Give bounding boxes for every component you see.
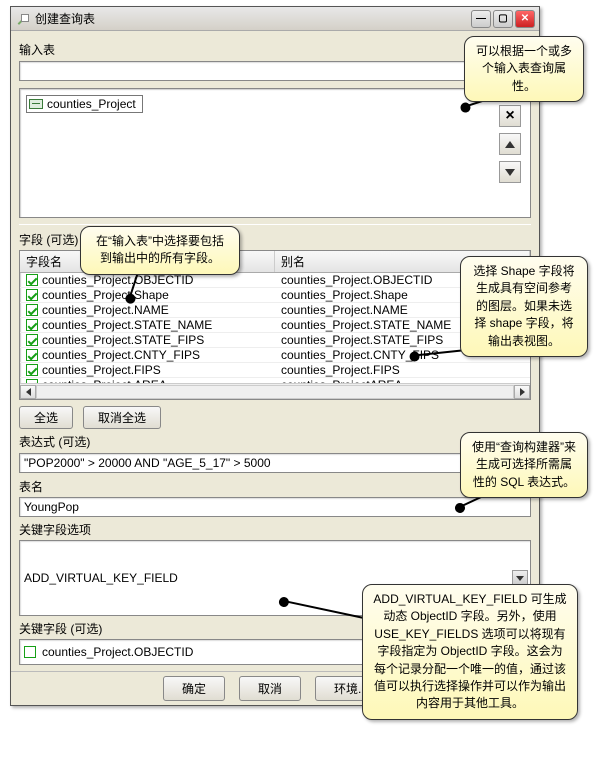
move-down-button[interactable] bbox=[499, 161, 521, 183]
checkbox[interactable] bbox=[26, 274, 38, 286]
checkbox[interactable] bbox=[26, 304, 38, 316]
minimize-button[interactable]: — bbox=[471, 10, 491, 28]
cell-alias: counties_Project.FIPS bbox=[281, 363, 400, 377]
horizontal-scrollbar[interactable] bbox=[20, 383, 530, 399]
scroll-right-button[interactable] bbox=[514, 385, 530, 399]
close-button[interactable]: ✕ bbox=[515, 10, 535, 28]
move-up-button[interactable] bbox=[499, 133, 521, 155]
maximize-button[interactable]: ▢ bbox=[493, 10, 513, 28]
table-row[interactable]: counties_Project.FIPS counties_Project.FI… bbox=[20, 363, 530, 378]
titlebar[interactable]: 创建查询表 — ▢ ✕ bbox=[11, 7, 539, 31]
keyopt-value: ADD_VIRTUAL_KEY_FIELD bbox=[24, 571, 178, 585]
expression-input[interactable]: "POP2000" > 20000 AND "AGE_5_17" > 5000 bbox=[19, 453, 503, 473]
callout-fields: 在“输入表”中选择要包括到输出中的所有字段。 bbox=[80, 226, 240, 275]
table-row[interactable]: counties_Project.Shape counties_Project.S… bbox=[20, 288, 530, 303]
callout-keyopt: ADD_VIRTUAL_KEY_FIELD 可生成动态 ObjectID 字段。… bbox=[362, 584, 578, 720]
deselect-all-button[interactable]: 取消全选 bbox=[83, 406, 161, 429]
select-all-button[interactable]: 全选 bbox=[19, 406, 73, 429]
checkbox[interactable] bbox=[26, 379, 38, 383]
expression-label: 表达式 (可选) bbox=[19, 433, 531, 450]
table-icon bbox=[29, 99, 43, 109]
cell-alias: counties_Project.Shape bbox=[281, 288, 408, 302]
cell-name: counties_Project.STATE_NAME bbox=[42, 318, 212, 332]
cell-name: counties_Project.FIPS bbox=[42, 363, 161, 377]
ok-button[interactable]: 确定 bbox=[163, 676, 225, 701]
arrow-down-icon bbox=[505, 169, 515, 176]
scroll-left-button[interactable] bbox=[20, 385, 36, 399]
keyopt-label: 关键字段选项 bbox=[19, 521, 531, 538]
cell-alias: counties_Project.STATE_FIPS bbox=[281, 333, 443, 347]
cell-name: counties_Project.Shape bbox=[42, 288, 169, 302]
callout-inputs: 可以根据一个或多个输入表查询属性。 bbox=[464, 36, 584, 102]
table-row[interactable]: counties_Project.OBJECTID counties_Projec… bbox=[20, 273, 530, 288]
checkbox[interactable] bbox=[26, 289, 38, 301]
checkbox[interactable] bbox=[26, 349, 38, 361]
scrollbar-track[interactable] bbox=[36, 385, 514, 399]
checkbox[interactable] bbox=[26, 334, 38, 346]
cell-name: counties_Project.NAME bbox=[42, 303, 169, 317]
arrow-up-icon bbox=[505, 141, 515, 148]
cell-alias: counties_Project.OBJECTID bbox=[281, 273, 432, 287]
tablename-label: 表名 bbox=[19, 478, 531, 495]
table-row[interactable]: counties_Project.STATE_FIPS counties_Proj… bbox=[20, 333, 530, 348]
list-item-label: counties_Project bbox=[47, 97, 136, 111]
app-icon bbox=[15, 12, 29, 26]
cell-name: counties_Project.CNTY_FIPS bbox=[42, 348, 200, 362]
cell-name: counties_Project.STATE_FIPS bbox=[42, 333, 204, 347]
callout-sql: 使用“查询构建器”来生成可选择所需属性的 SQL 表达式。 bbox=[460, 432, 588, 498]
checkbox[interactable] bbox=[26, 319, 38, 331]
remove-button[interactable]: × bbox=[499, 105, 521, 127]
input-table-combo[interactable] bbox=[19, 61, 503, 81]
cancel-button[interactable]: 取消 bbox=[239, 676, 301, 701]
input-table-label: 输入表 bbox=[19, 41, 531, 58]
callout-shape: 选择 Shape 字段将生成具有空间参考的图层。如果未选择 shape 字段，将… bbox=[460, 256, 588, 357]
checkbox[interactable] bbox=[24, 646, 36, 658]
list-item[interactable]: counties_Project bbox=[26, 95, 143, 113]
table-row[interactable]: counties_Project.NAME counties_Project.NA… bbox=[20, 303, 530, 318]
cell-name: counties_Project.OBJECTID bbox=[42, 273, 193, 287]
input-table-list[interactable]: counties_Project bbox=[19, 88, 531, 218]
cell-alias: counties_Project.STATE_NAME bbox=[281, 318, 451, 332]
cell-alias: counties_Project.NAME bbox=[281, 303, 408, 317]
keyfield-item-label: counties_Project.OBJECTID bbox=[42, 645, 193, 659]
window-title: 创建查询表 bbox=[35, 10, 469, 27]
table-row[interactable]: counties_Project.STATE_NAME counties_Proj… bbox=[20, 318, 530, 333]
checkbox[interactable] bbox=[26, 364, 38, 376]
